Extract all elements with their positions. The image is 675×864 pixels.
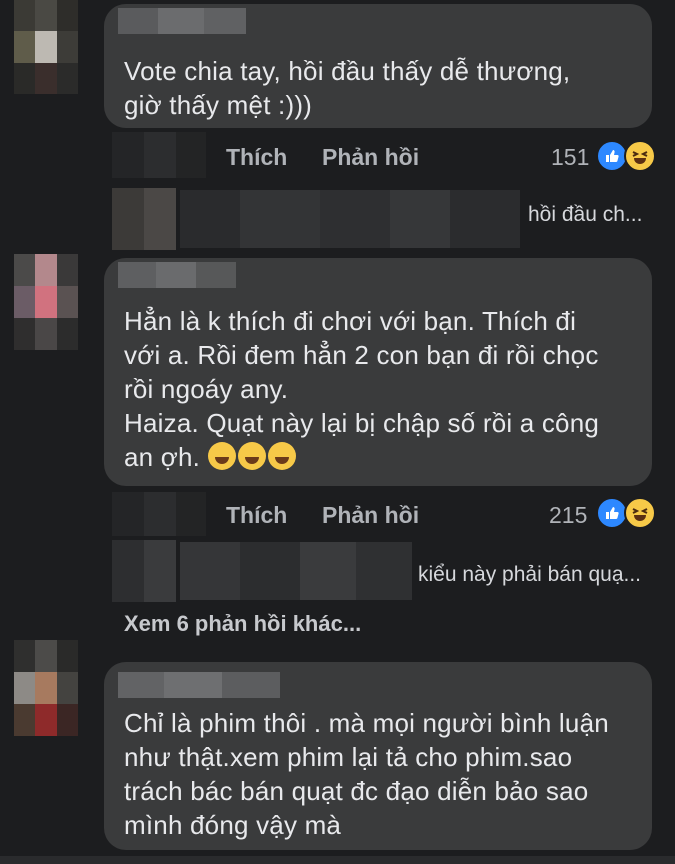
avatar[interactable] [14,254,78,350]
reply-button[interactable]: Phản hồi [322,502,419,529]
reply-preview-text[interactable]: hồi đầu ch... [528,203,642,227]
commenter-name[interactable] [118,672,280,698]
blurred-area [112,132,206,178]
reply-avatar[interactable] [112,188,176,250]
reply-preview-blur [180,542,412,600]
reply-avatar[interactable] [112,540,176,602]
next-comment-edge [0,856,675,864]
blurred-area [112,492,206,536]
commenter-name[interactable] [118,262,236,288]
haha-reaction-icon [624,140,656,172]
laughing-emoji-icon [267,442,296,470]
reply-button[interactable]: Phản hồi [322,144,419,171]
comment-text: Chỉ là phim thôi . mà mọi người bình luậ… [124,708,609,840]
reaction-count[interactable]: 151 [551,144,589,171]
avatar[interactable] [14,0,78,94]
laughing-emoji-icon [237,442,266,470]
comment-text: Vote chia tay, hồi đầu thấy dễ thương, g… [124,56,571,120]
comment-body: Hẳn là k thích đi chơi với bạn. Thích đi… [124,306,600,472]
like-button[interactable]: Thích [226,144,287,171]
reply-preview-blur [180,190,520,248]
commenter-name[interactable] [118,8,246,34]
reply-preview-text[interactable]: kiểu này phải bán quạ... [418,563,641,587]
like-button[interactable]: Thích [226,502,287,529]
reaction-count[interactable]: 215 [549,502,587,529]
avatar[interactable] [14,640,78,736]
view-more-replies-link[interactable]: Xem 6 phản hồi khác... [124,611,361,637]
laughing-emoji-icon [207,442,236,470]
haha-reaction-icon [624,497,656,529]
comment-text: Hẳn là k thích đi chơi với bạn. Thích đi… [124,304,644,474]
